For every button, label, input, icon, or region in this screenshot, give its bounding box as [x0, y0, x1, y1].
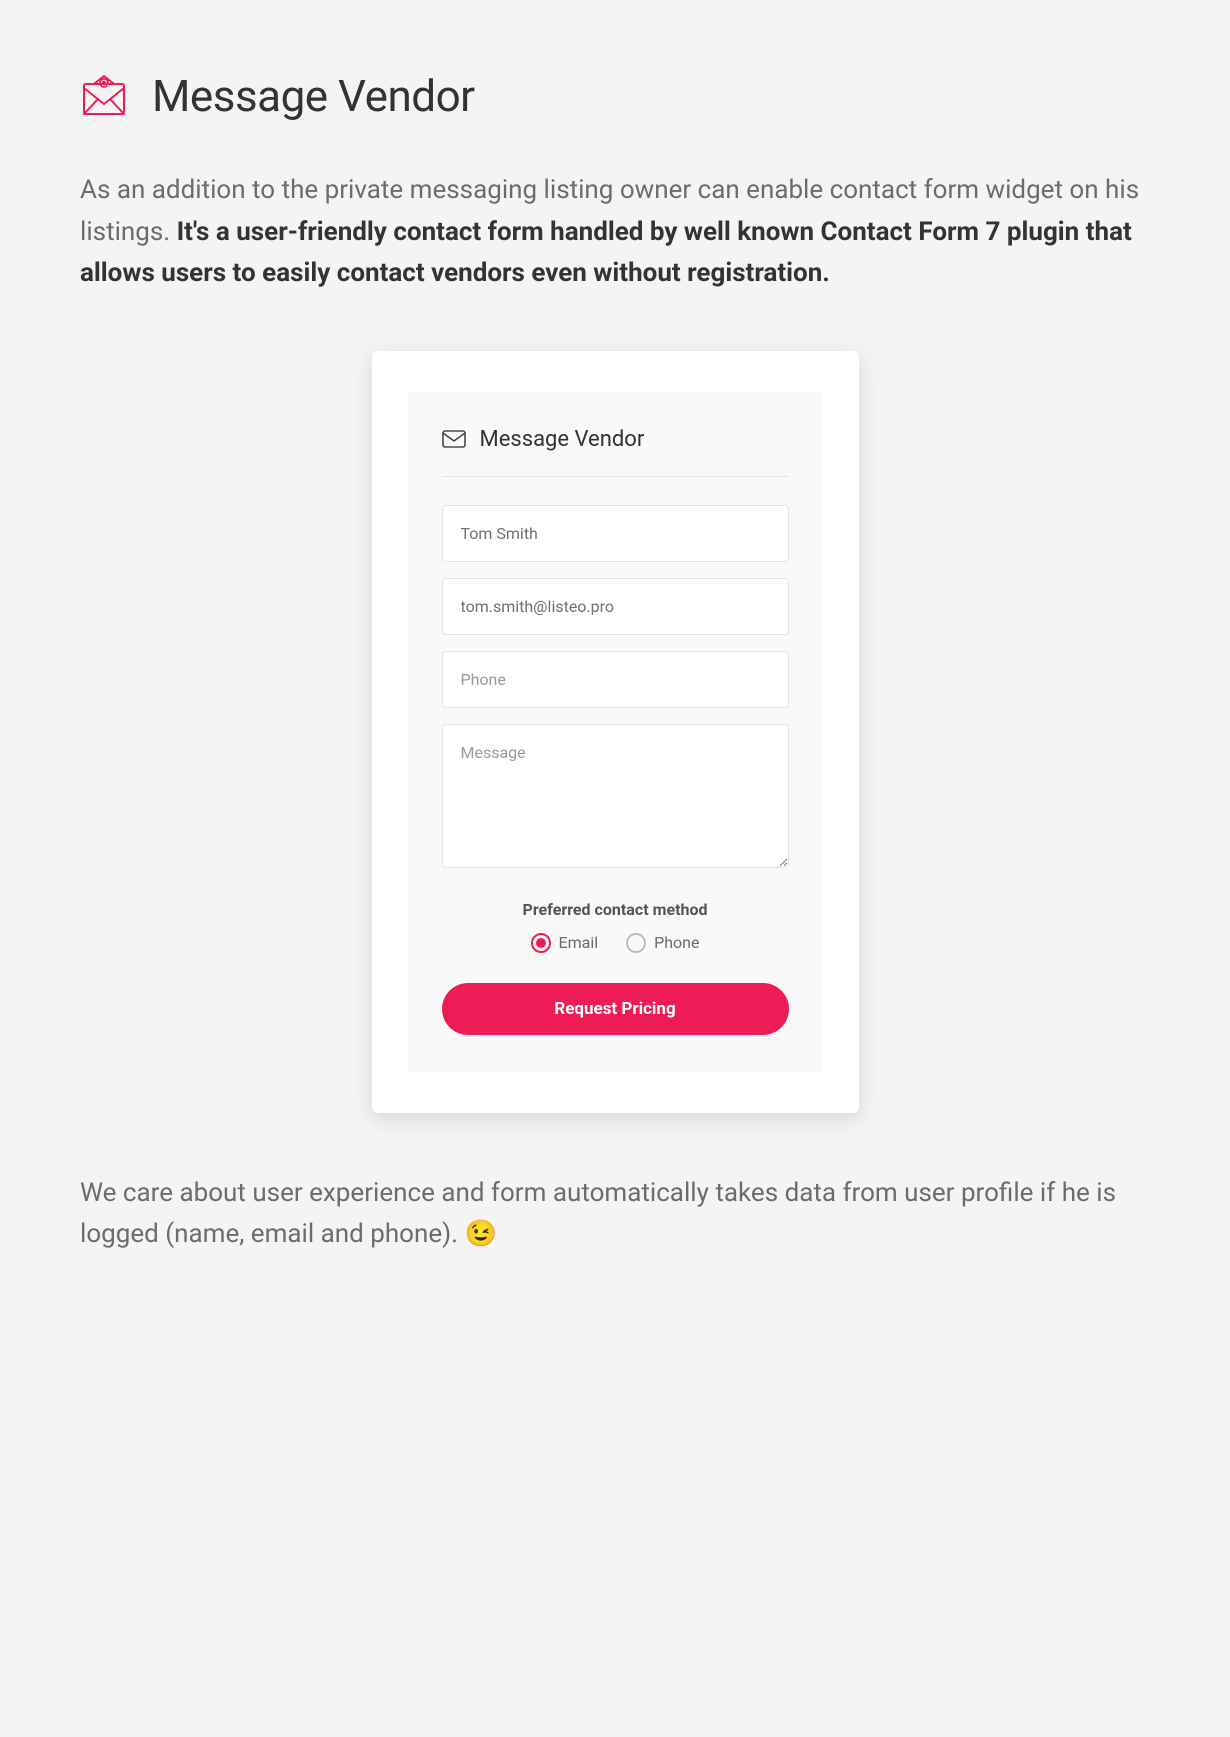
- radio-email-indicator: [531, 933, 551, 953]
- radio-phone-label: Phone: [654, 933, 699, 952]
- intro-bold: It's a user-friendly contact form handle…: [80, 217, 1132, 289]
- request-pricing-button[interactable]: Request Pricing: [442, 983, 789, 1035]
- radio-phone-indicator: [626, 933, 646, 953]
- radio-email-label: Email: [559, 933, 599, 952]
- message-vendor-icon: [80, 72, 128, 120]
- footnote: We care about user experience and form a…: [80, 1173, 1150, 1256]
- radio-phone[interactable]: Phone: [626, 933, 699, 953]
- widget-title: Message Vendor: [480, 427, 645, 452]
- contact-form-card: Message Vendor Preferred contact method …: [372, 351, 859, 1113]
- radio-email[interactable]: Email: [531, 933, 599, 953]
- message-textarea[interactable]: [442, 724, 789, 868]
- wink-emoji: 😉: [465, 1219, 497, 1249]
- email-input[interactable]: [442, 578, 789, 635]
- preferred-contact-label: Preferred contact method: [442, 900, 789, 919]
- phone-input[interactable]: [442, 651, 789, 708]
- footnote-text: We care about user experience and form a…: [80, 1178, 1116, 1250]
- name-input[interactable]: [442, 505, 789, 562]
- page-title: Message Vendor: [152, 70, 475, 122]
- intro-paragraph: As an addition to the private messaging …: [80, 170, 1150, 295]
- envelope-icon: [442, 429, 466, 449]
